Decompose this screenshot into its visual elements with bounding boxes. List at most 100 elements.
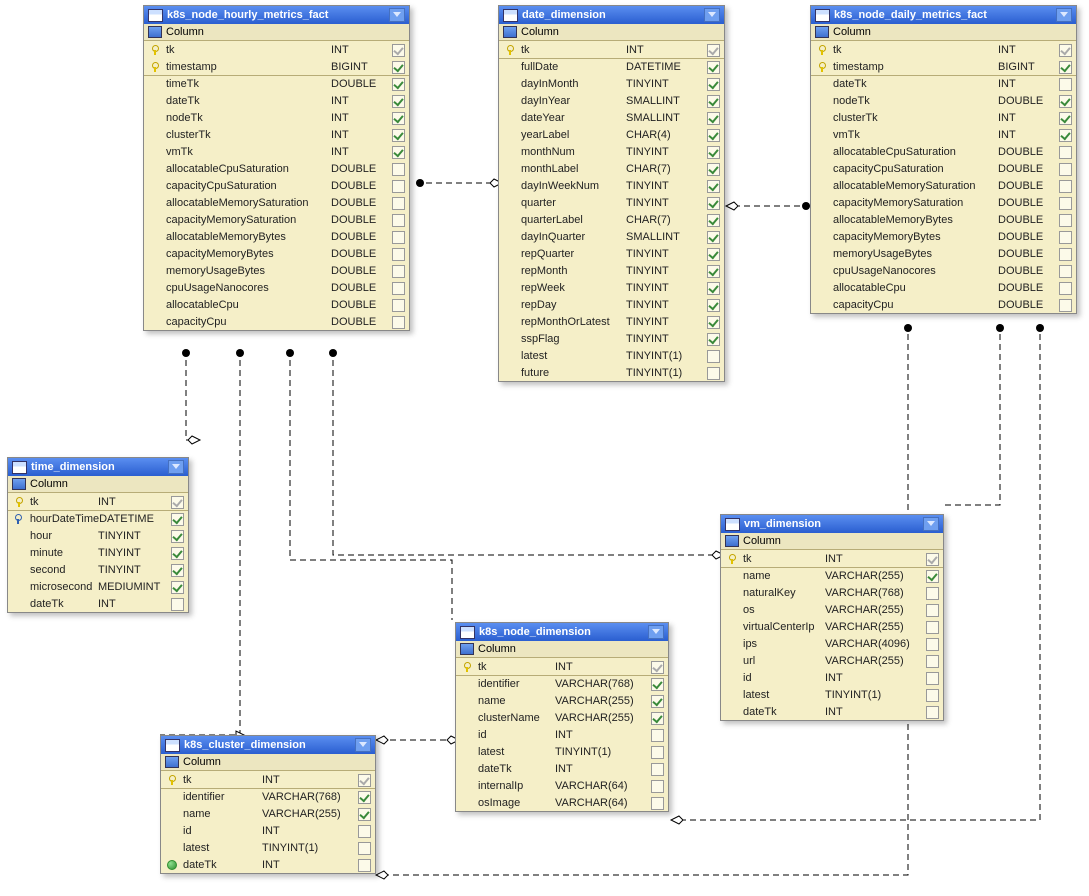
nullable-checkbox[interactable] (1059, 282, 1072, 295)
table-k8s-node-hourly-metrics-fact[interactable]: k8s_node_hourly_metrics_factColumntkINTt… (143, 5, 410, 331)
nullable-checkbox[interactable] (1059, 214, 1072, 227)
nullable-checkbox[interactable] (926, 553, 939, 566)
column-row[interactable]: nameVARCHAR(255) (456, 692, 668, 709)
collapse-icon[interactable] (355, 738, 371, 752)
nullable-checkbox[interactable] (926, 587, 939, 600)
nullable-checkbox[interactable] (926, 672, 939, 685)
nullable-checkbox[interactable] (926, 638, 939, 651)
column-row[interactable]: monthNumTINYINT (499, 143, 724, 160)
nullable-checkbox[interactable] (358, 774, 371, 787)
nullable-checkbox[interactable] (358, 808, 371, 821)
collapse-icon[interactable] (168, 460, 184, 474)
column-row[interactable]: cpuUsageNanocoresDOUBLE (811, 262, 1076, 279)
nullable-checkbox[interactable] (707, 163, 720, 176)
nullable-checkbox[interactable] (392, 214, 405, 227)
column-row[interactable]: capacityMemoryBytesDOUBLE (811, 228, 1076, 245)
column-row[interactable]: repQuarterTINYINT (499, 245, 724, 262)
nullable-checkbox[interactable] (707, 316, 720, 329)
column-row[interactable]: nodeTkINT (144, 109, 409, 126)
column-row[interactable]: tkINT (8, 493, 188, 510)
column-row[interactable]: allocatableMemorySaturationDOUBLE (811, 177, 1076, 194)
nullable-checkbox[interactable] (392, 129, 405, 142)
column-row[interactable]: repMonthOrLatestTINYINT (499, 313, 724, 330)
table-date-dimension[interactable]: date_dimensionColumntkINTfullDateDATETIM… (498, 5, 725, 382)
nullable-checkbox[interactable] (171, 513, 184, 526)
nullable-checkbox[interactable] (707, 248, 720, 261)
nullable-checkbox[interactable] (1059, 129, 1072, 142)
nullable-checkbox[interactable] (392, 95, 405, 108)
table-k8s-cluster-dimension[interactable]: k8s_cluster_dimensionColumntkINTidentifi… (160, 735, 376, 874)
column-row[interactable]: hourDateTimeDATETIME (8, 510, 188, 527)
table-title-bar[interactable]: time_dimension (8, 458, 188, 476)
nullable-checkbox[interactable] (171, 547, 184, 560)
nullable-checkbox[interactable] (707, 197, 720, 210)
nullable-checkbox[interactable] (707, 265, 720, 278)
nullable-checkbox[interactable] (392, 231, 405, 244)
column-row[interactable]: timeTkDOUBLE (144, 75, 409, 92)
column-row[interactable]: capacityCpuSaturationDOUBLE (811, 160, 1076, 177)
table-vm-dimension[interactable]: vm_dimensionColumntkINTnameVARCHAR(255)n… (720, 514, 944, 721)
column-row[interactable]: dayInYearSMALLINT (499, 92, 724, 109)
nullable-checkbox[interactable] (926, 621, 939, 634)
column-row[interactable]: tkINT (499, 41, 724, 58)
nullable-checkbox[interactable] (392, 316, 405, 329)
column-row[interactable]: latestTINYINT(1) (456, 743, 668, 760)
nullable-checkbox[interactable] (926, 570, 939, 583)
column-row[interactable]: dateTkINT (811, 75, 1076, 92)
column-row[interactable]: capacityCpuDOUBLE (144, 313, 409, 330)
nullable-checkbox[interactable] (707, 367, 720, 380)
column-row[interactable]: sspFlagTINYINT (499, 330, 724, 347)
table-k8s-node-daily-metrics-fact[interactable]: k8s_node_daily_metrics_factColumntkINTti… (810, 5, 1077, 314)
column-row[interactable]: timestampBIGINT (811, 58, 1076, 75)
nullable-checkbox[interactable] (707, 95, 720, 108)
nullable-checkbox[interactable] (392, 112, 405, 125)
column-row[interactable]: tkINT (811, 41, 1076, 58)
nullable-checkbox[interactable] (171, 530, 184, 543)
column-row[interactable]: clusterTkINT (811, 109, 1076, 126)
column-row[interactable]: allocatableMemorySaturationDOUBLE (144, 194, 409, 211)
nullable-checkbox[interactable] (358, 842, 371, 855)
column-row[interactable]: dateTkINT (721, 703, 943, 720)
column-row[interactable]: vmTkINT (811, 126, 1076, 143)
nullable-checkbox[interactable] (651, 780, 664, 793)
column-row[interactable]: identifierVARCHAR(768) (161, 788, 375, 805)
column-row[interactable]: futureTINYINT(1) (499, 364, 724, 381)
nullable-checkbox[interactable] (651, 661, 664, 674)
column-row[interactable]: dayInWeekNumTINYINT (499, 177, 724, 194)
column-row[interactable]: dateYearSMALLINT (499, 109, 724, 126)
nullable-checkbox[interactable] (392, 180, 405, 193)
nullable-checkbox[interactable] (1059, 231, 1072, 244)
nullable-checkbox[interactable] (707, 180, 720, 193)
nullable-checkbox[interactable] (707, 129, 720, 142)
nullable-checkbox[interactable] (651, 695, 664, 708)
nullable-checkbox[interactable] (707, 333, 720, 346)
nullable-checkbox[interactable] (707, 61, 720, 74)
column-row[interactable]: hourTINYINT (8, 527, 188, 544)
nullable-checkbox[interactable] (392, 265, 405, 278)
nullable-checkbox[interactable] (651, 797, 664, 810)
column-row[interactable]: allocatableCpuSaturationDOUBLE (811, 143, 1076, 160)
nullable-checkbox[interactable] (171, 598, 184, 611)
column-row[interactable]: allocatableCpuDOUBLE (144, 296, 409, 313)
column-row[interactable]: clusterNameVARCHAR(255) (456, 709, 668, 726)
column-row[interactable]: cpuUsageNanocoresDOUBLE (144, 279, 409, 296)
column-row[interactable]: allocatableMemoryBytesDOUBLE (144, 228, 409, 245)
nullable-checkbox[interactable] (651, 763, 664, 776)
nullable-checkbox[interactable] (1059, 197, 1072, 210)
column-row[interactable]: dateTkINT (8, 595, 188, 612)
column-row[interactable]: idINT (161, 822, 375, 839)
nullable-checkbox[interactable] (651, 678, 664, 691)
nullable-checkbox[interactable] (392, 61, 405, 74)
column-row[interactable]: memoryUsageBytesDOUBLE (811, 245, 1076, 262)
column-row[interactable]: repDayTINYINT (499, 296, 724, 313)
collapse-icon[interactable] (648, 625, 664, 639)
nullable-checkbox[interactable] (926, 655, 939, 668)
nullable-checkbox[interactable] (171, 564, 184, 577)
nullable-checkbox[interactable] (392, 44, 405, 57)
column-row[interactable]: dateTkINT (144, 92, 409, 109)
nullable-checkbox[interactable] (1059, 95, 1072, 108)
nullable-checkbox[interactable] (1059, 180, 1072, 193)
column-row[interactable]: repWeekTINYINT (499, 279, 724, 296)
column-row[interactable]: dayInQuarterSMALLINT (499, 228, 724, 245)
nullable-checkbox[interactable] (1059, 44, 1072, 57)
